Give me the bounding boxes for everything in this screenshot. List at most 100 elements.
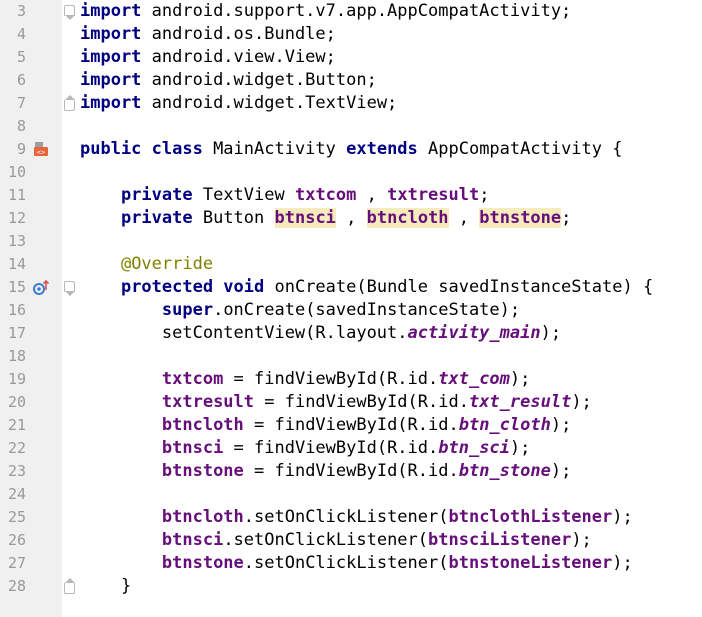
code-token: txt_com <box>438 369 510 389</box>
code-line[interactable]: 19 txtcom = findViewById(R.id.txt_com); <box>0 368 702 391</box>
code-line[interactable]: 21 btncloth = findViewById(R.id.btn_clot… <box>0 414 702 437</box>
code-line[interactable]: 25 btncloth.setOnClickListener(btnclothL… <box>0 506 702 529</box>
fold-collapse-icon[interactable] <box>64 281 75 296</box>
code-token: import <box>80 24 142 44</box>
code-text: protected void onCreate(Bundle savedInst… <box>80 276 653 299</box>
code-token: btnsci <box>161 438 224 458</box>
code-line[interactable]: 26 btnsci.setOnClickListener(btnsciListe… <box>0 529 702 552</box>
line-number: 25 <box>7 508 26 526</box>
code-line[interactable]: 6 import android.widget.Button; <box>0 69 702 92</box>
code-line[interactable]: 10 <box>0 161 702 184</box>
code-token: import <box>80 93 142 113</box>
code-token: } <box>80 576 132 596</box>
code-line[interactable]: 15 protected void onCreate(Bundle savedI… <box>0 276 702 299</box>
code-line[interactable]: 24 <box>0 483 702 506</box>
override-method-icon[interactable] <box>32 278 52 296</box>
line-number: 20 <box>7 393 26 411</box>
code-token: ); <box>571 530 592 550</box>
line-number: 17 <box>7 324 26 342</box>
code-token: android.view.View; <box>141 47 336 67</box>
code-token: btn_sci <box>438 438 510 458</box>
code-line[interactable]: 20 txtresult = findViewById(R.id.txt_res… <box>0 391 702 414</box>
code-line[interactable]: 4 import android.os.Bundle; <box>0 23 702 46</box>
code-token: protected void <box>120 277 265 297</box>
fold-end-icon[interactable] <box>64 95 75 111</box>
line-number: 21 <box>7 416 26 434</box>
code-token: btnstone <box>479 208 562 228</box>
code-token: setContentView(R.layout. <box>80 323 408 343</box>
line-number: 24 <box>7 485 26 503</box>
code-line[interactable]: 7 import android.widget.TextView; <box>0 92 702 115</box>
code-line[interactable]: 28 } <box>0 575 702 598</box>
code-token: btnsci <box>161 530 224 550</box>
code-line[interactable]: 5 import android.view.View; <box>0 46 702 69</box>
code-token: @Override <box>120 254 214 274</box>
code-token: = findViewById(R.id. <box>243 415 459 435</box>
code-token: super <box>161 300 214 320</box>
code-token: ; <box>561 208 572 228</box>
code-token: android.support.v7.app.AppCompatActivity… <box>141 1 572 21</box>
code-token: MainActivity <box>202 139 347 159</box>
code-line[interactable]: 23 btnstone = findViewById(R.id.btn_ston… <box>0 460 702 483</box>
svg-text:<>: <> <box>37 149 45 157</box>
line-number: 6 <box>16 71 26 89</box>
code-token: private <box>120 185 193 205</box>
code-line[interactable]: 16 super.onCreate(savedInstanceState); <box>0 299 702 322</box>
code-token: AppCompatActivity { <box>417 139 623 159</box>
code-token: Button <box>192 208 275 228</box>
line-number: 23 <box>7 462 26 480</box>
code-line[interactable]: 9 <> public class MainActivity extends App… <box>0 138 702 161</box>
code-line[interactable]: 13 <box>0 230 702 253</box>
code-token: ); <box>509 369 531 389</box>
code-text: import android.view.View; <box>80 46 336 69</box>
code-text: btncloth = findViewById(R.id.btn_cloth); <box>80 414 571 437</box>
fold-end-icon[interactable] <box>64 578 75 594</box>
code-line[interactable]: 22 btnsci = findViewById(R.id.btn_sci); <box>0 437 702 460</box>
run-activity-icon[interactable]: <> <box>32 140 52 158</box>
code-token: btnstoneListener <box>448 553 613 573</box>
code-token: onCreate(Bundle savedInstanceState) { <box>264 277 654 297</box>
code-token: import <box>80 70 142 90</box>
line-number: 18 <box>7 347 26 365</box>
code-token: btn_cloth <box>458 415 551 435</box>
code-token: = findViewById(R.id. <box>243 461 459 481</box>
code-token: = findViewById(R.id. <box>223 438 439 458</box>
code-line[interactable]: 11 private TextView txtcom , txtresult; <box>0 184 702 207</box>
fold-collapse-icon[interactable] <box>64 5 75 20</box>
code-token: txtcom <box>294 185 357 205</box>
code-line[interactable]: 17 setContentView(R.layout.activity_main… <box>0 322 702 345</box>
code-token: ); <box>612 507 633 527</box>
code-token: txtresult <box>161 392 255 412</box>
code-line[interactable]: 12 private Button btnsci , btncloth , bt… <box>0 207 702 230</box>
line-number: 3 <box>16 2 26 20</box>
code-text: import android.support.v7.app.AppCompatA… <box>80 0 571 23</box>
code-text: btnsci = findViewById(R.id.btn_sci); <box>80 437 531 460</box>
code-token: btnstone <box>161 461 244 481</box>
line-number: 8 <box>16 117 26 135</box>
code-line[interactable]: 3 import android.support.v7.app.AppCompat… <box>0 0 702 23</box>
code-text: private Button btnsci , btncloth , btnst… <box>80 207 571 230</box>
line-number: 5 <box>16 48 26 66</box>
code-token: .setOnClickListener( <box>243 507 449 527</box>
code-editor[interactable]: 3 import android.support.v7.app.AppCompat… <box>0 0 702 617</box>
code-token: .onCreate(savedInstanceState); <box>213 300 521 320</box>
code-line[interactable]: 27 btnstone.setOnClickListener(btnstoneL… <box>0 552 702 575</box>
code-line[interactable]: 14 @Override <box>0 253 702 276</box>
code-token: , <box>448 208 480 228</box>
code-text: import android.widget.Button; <box>80 69 377 92</box>
code-line[interactable]: 8 <box>0 115 702 138</box>
code-text: btnstone.setOnClickListener(btnstoneList… <box>80 552 633 575</box>
code-text: } <box>80 575 131 598</box>
code-line[interactable]: 18 <box>0 345 702 368</box>
code-text: private TextView txtcom , txtresult; <box>80 184 490 207</box>
line-number: 26 <box>7 531 26 549</box>
